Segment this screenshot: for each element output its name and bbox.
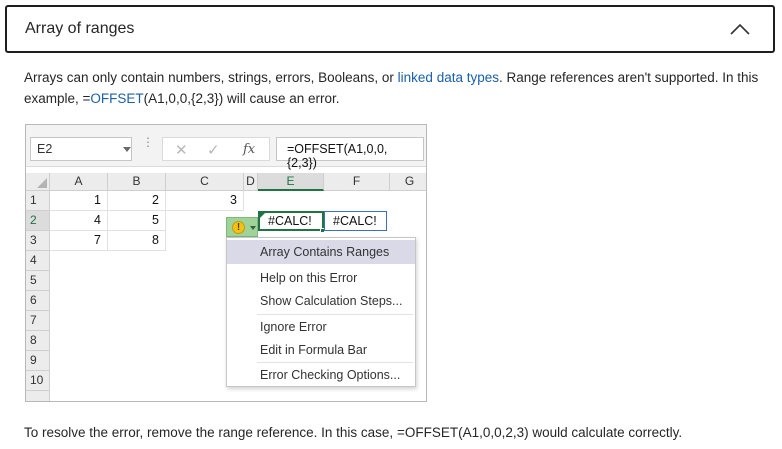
excel-screenshot: E2 ⋮ ✕ ✓ fx =OFFSET(A1,0,0,{2,3}) A B C … (25, 124, 427, 402)
column-header-b[interactable]: B (108, 173, 166, 191)
menu-item-error-checking-options[interactable]: Error Checking Options... (227, 363, 415, 387)
cell-f2[interactable]: #CALC! (324, 211, 387, 231)
accordion-header[interactable]: Array of ranges (5, 5, 775, 53)
formula-input[interactable]: =OFFSET(A1,0,0,{2,3}) (276, 137, 424, 170)
intro-text-3: (A1,0,0,{2,3}) will cause an error. (143, 91, 340, 106)
row-header-1[interactable]: 1 (26, 191, 50, 211)
row-header-9[interactable]: 9 (26, 351, 50, 371)
row-header-6[interactable]: 6 (26, 291, 50, 311)
name-box[interactable]: E2 (30, 137, 132, 161)
column-header-a[interactable]: A (50, 173, 108, 191)
cell-b2[interactable]: 5 (108, 211, 166, 231)
row-header-4[interactable]: 4 (26, 251, 50, 271)
drag-handle-icon[interactable]: ⋮ (142, 136, 154, 148)
intro-text-1: Arrays can only contain numbers, strings… (24, 70, 398, 85)
cell-a1[interactable]: 1 (50, 191, 108, 211)
row-header-7[interactable]: 7 (26, 311, 50, 331)
select-all-corner[interactable] (26, 173, 50, 191)
menu-item-edit-in-formula-bar[interactable]: Edit in Formula Bar (227, 338, 415, 362)
menu-item-show-calculation-steps[interactable]: Show Calculation Steps... (227, 289, 415, 313)
formula-buttons: ✕ ✓ fx (162, 137, 270, 161)
error-context-menu: Array Contains Ranges Help on this Error… (226, 237, 416, 387)
menu-title-array-contains-ranges: Array Contains Ranges (227, 240, 415, 264)
warning-icon: ! (232, 221, 245, 234)
resolution-paragraph: To resolve the error, remove the range r… (24, 425, 683, 440)
name-box-dropdown-icon[interactable] (123, 147, 131, 152)
column-header-f[interactable]: F (324, 173, 390, 191)
enter-check-icon[interactable]: ✓ (207, 141, 220, 159)
accordion-title: Array of ranges (25, 20, 135, 37)
column-header-d[interactable]: D (244, 173, 258, 191)
offset-function-name: OFFSET (90, 91, 144, 106)
row-header-11-partial[interactable] (26, 391, 50, 401)
column-header-g[interactable]: G (390, 173, 426, 191)
cell-a2[interactable]: 4 (50, 211, 108, 231)
caret-down-icon (250, 226, 256, 230)
row-header-5[interactable]: 5 (26, 271, 50, 291)
cancel-x-icon[interactable]: ✕ (175, 141, 188, 159)
menu-item-help-on-error[interactable]: Help on this Error (227, 266, 415, 290)
row-header-8[interactable]: 8 (26, 331, 50, 351)
chevron-up-icon[interactable] (729, 22, 751, 36)
row-header-2[interactable]: 2 (26, 211, 50, 231)
cell-b3[interactable]: 8 (108, 231, 166, 251)
intro-paragraph: Arrays can only contain numbers, strings… (24, 67, 764, 109)
select-all-triangle-icon (37, 178, 47, 188)
formula-bar: E2 ⋮ ✕ ✓ fx =OFFSET(A1,0,0,{2,3}) (26, 125, 426, 170)
name-box-value: E2 (37, 142, 53, 156)
menu-item-ignore-error[interactable]: Ignore Error (227, 315, 415, 339)
cell-b1[interactable]: 2 (108, 191, 166, 211)
error-indicator-flag (260, 213, 265, 218)
cell-e2-active[interactable]: #CALC! (258, 211, 324, 231)
cell-a3[interactable]: 7 (50, 231, 108, 251)
linked-data-types-link[interactable]: linked data types (398, 70, 499, 85)
cell-c1[interactable]: 3 (166, 191, 244, 211)
row-header-3[interactable]: 3 (26, 231, 50, 251)
row-header-10[interactable]: 10 (26, 371, 50, 391)
error-checking-button[interactable]: ! (226, 217, 258, 237)
column-header-c[interactable]: C (166, 173, 244, 191)
insert-function-fx-icon[interactable]: fx (243, 142, 255, 157)
column-header-e[interactable]: E (258, 173, 324, 191)
